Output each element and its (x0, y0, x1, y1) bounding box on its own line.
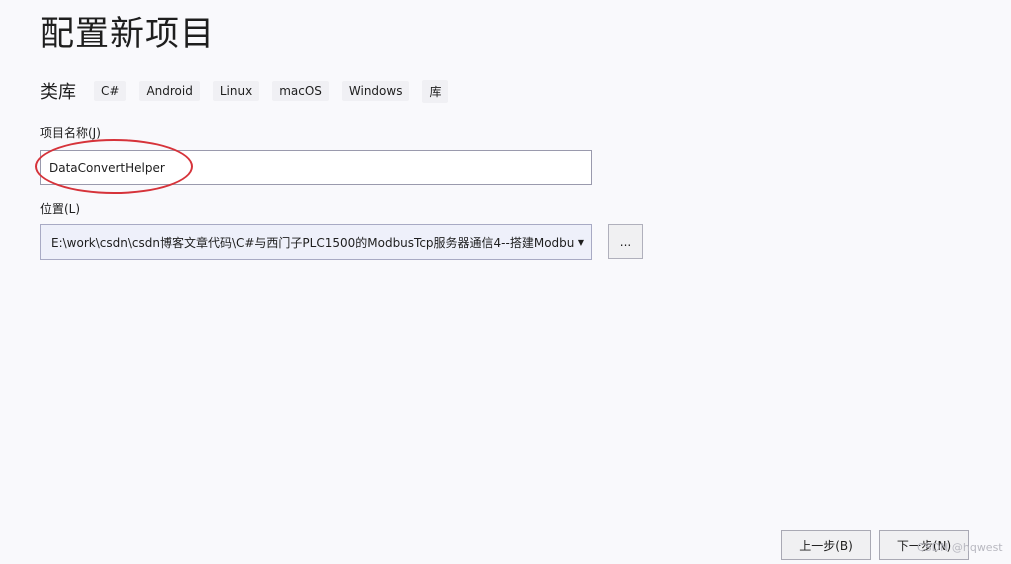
tag-linux: Linux (212, 81, 260, 101)
template-tags-row: 类库 C# Android Linux macOS Windows 库 (40, 78, 461, 104)
configure-new-project-page: 配置新项目 类库 C# Android Linux macOS Windows … (0, 0, 1011, 564)
template-name-label: 类库 (40, 82, 76, 103)
project-name-label: 项目名称(J) (40, 126, 101, 140)
chevron-down-icon[interactable]: ▼ (573, 225, 589, 259)
back-button[interactable]: 上一步(B) (781, 530, 871, 560)
tag-android: Android (139, 81, 200, 101)
project-name-input[interactable]: DataConvertHelper (40, 150, 592, 185)
project-name-value: DataConvertHelper (49, 160, 165, 175)
location-value: E:\work\csdn\csdn博客文章代码\C#与西门子PLC1500的Mo… (51, 235, 575, 250)
page-title: 配置新项目 (40, 14, 215, 54)
tag-windows: Windows (341, 81, 410, 101)
location-combobox[interactable]: E:\work\csdn\csdn博客文章代码\C#与西门子PLC1500的Mo… (40, 224, 592, 260)
location-label: 位置(L) (40, 202, 81, 216)
tag-macos: macOS (272, 81, 329, 101)
browse-button[interactable]: ... (608, 224, 643, 259)
watermark-text: CSDN @hqwest (917, 541, 1003, 554)
tag-csharp: C# (94, 81, 127, 101)
tag-library: 库 (422, 79, 449, 103)
